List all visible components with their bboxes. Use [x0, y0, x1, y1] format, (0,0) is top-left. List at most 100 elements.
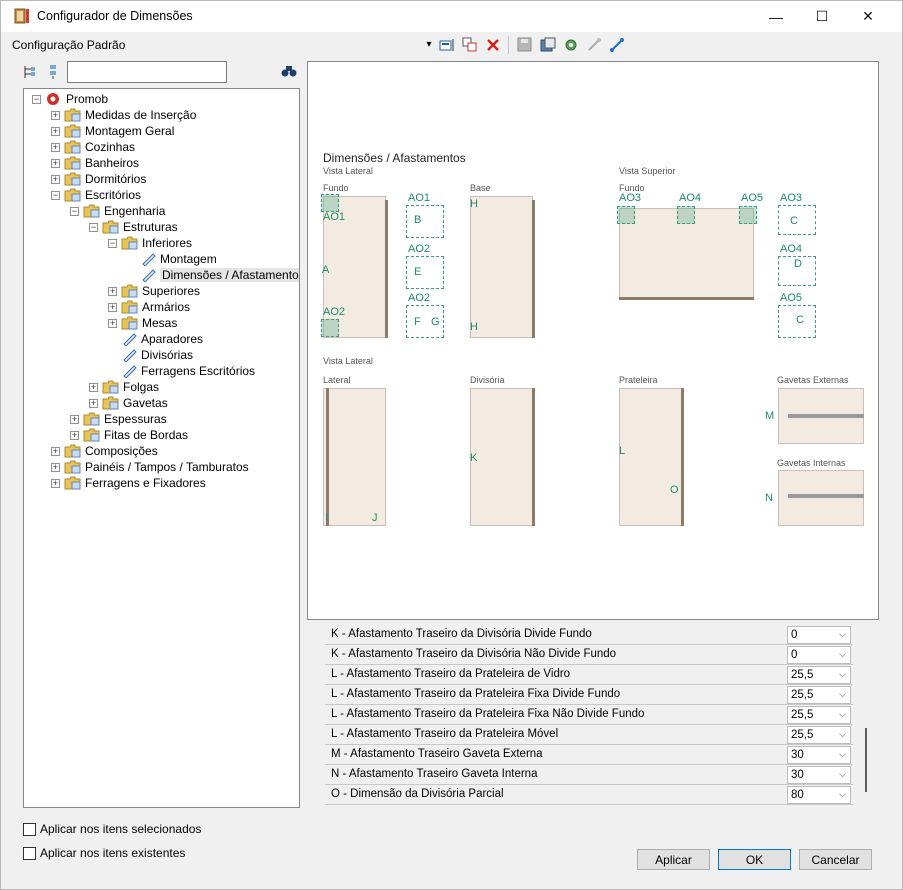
tree-item[interactable]: + Montagem Geral	[51, 123, 174, 139]
prateleira-panel-edge	[681, 388, 684, 526]
tree-item[interactable]: − Escritórios	[51, 187, 141, 203]
chevron-down-icon[interactable]: ⌵	[839, 789, 846, 800]
tree-item[interactable]: + Painéis / Tampos / Tamburatos	[51, 459, 249, 475]
tree-item[interactable]: + Superiores	[108, 283, 200, 299]
tree-item-label: Composições	[85, 444, 158, 458]
property-value-dropdown[interactable]: 80 ⌵	[787, 786, 851, 804]
mark-ao2-a: AO2	[408, 243, 431, 255]
apply-existing-checkbox[interactable]	[23, 846, 36, 860]
tree-item[interactable]: − Engenharia	[70, 203, 165, 219]
tree-expand-icon[interactable]	[47, 64, 59, 83]
tree-item[interactable]: + Cozinhas	[51, 139, 135, 155]
property-value-dropdown[interactable]: 25,5 ⌵	[787, 706, 851, 724]
expand-icon[interactable]: +	[108, 302, 117, 312]
tree-search-input[interactable]	[67, 61, 227, 83]
settings-icon[interactable]	[561, 35, 580, 54]
mark-o: O	[670, 484, 679, 496]
folder-icon	[64, 444, 81, 458]
tree-item[interactable]: + Medidas de Inserção	[51, 107, 196, 123]
tree-item[interactable]: Dimensões / Afastamentos	[141, 267, 299, 283]
expand-icon[interactable]: +	[51, 446, 60, 456]
expand-icon[interactable]: +	[70, 414, 79, 424]
expand-icon[interactable]: +	[51, 110, 60, 120]
delete-icon[interactable]	[483, 35, 502, 54]
expand-icon[interactable]: +	[108, 318, 117, 328]
collapse-icon[interactable]: −	[70, 206, 79, 216]
copy-icon[interactable]	[460, 35, 479, 54]
tree-item[interactable]: − Inferiores	[108, 235, 192, 251]
property-value-dropdown[interactable]: 0 ⌵	[787, 626, 851, 644]
expand-icon[interactable]: +	[89, 398, 98, 408]
expand-icon[interactable]: +	[51, 142, 60, 152]
expand-icon[interactable]: +	[51, 462, 60, 472]
expand-icon[interactable]: +	[51, 174, 60, 184]
dropdown-arrow-icon[interactable]: ▾	[425, 35, 433, 54]
tree-item[interactable]: Divisórias	[122, 347, 193, 363]
chevron-down-icon[interactable]: ⌵	[839, 649, 846, 660]
property-value-dropdown[interactable]: 30 ⌵	[787, 766, 851, 784]
highlight-ao2-side	[321, 319, 339, 337]
property-value-dropdown[interactable]: 30 ⌵	[787, 746, 851, 764]
chevron-down-icon[interactable]: ⌵	[839, 669, 846, 680]
expand-icon[interactable]: +	[51, 158, 60, 168]
property-grid-scrollbar[interactable]	[865, 728, 867, 792]
tree-item[interactable]: + Banheiros	[51, 155, 139, 171]
ok-button[interactable]: OK	[718, 849, 791, 870]
apply-selected-option[interactable]: Aplicar nos itens selecionados	[23, 822, 201, 836]
property-value-dropdown[interactable]: 0 ⌵	[787, 646, 851, 664]
chevron-down-icon[interactable]: ⌵	[839, 749, 846, 760]
property-label: N - Afastamento Traseiro Gaveta Interna	[331, 768, 538, 780]
property-row: O - Dimensão da Divisória Parcial 80 ⌵	[325, 785, 853, 805]
property-value-dropdown[interactable]: 25,5 ⌵	[787, 666, 851, 684]
folder-icon	[64, 156, 81, 170]
tree-item[interactable]: + Espessuras	[70, 411, 167, 427]
expand-icon[interactable]: +	[51, 126, 60, 136]
save-icon[interactable]	[515, 35, 534, 54]
tree-item[interactable]: Montagem	[141, 251, 217, 267]
tree-item[interactable]: − Estruturas	[89, 219, 178, 235]
mark-ao4-right: AO4	[780, 243, 803, 255]
tree-item[interactable]: + Composições	[51, 443, 158, 459]
expand-icon[interactable]: +	[51, 478, 60, 488]
mark-e: E	[414, 266, 422, 278]
expand-icon[interactable]	[607, 35, 626, 54]
close-button[interactable]: ✕	[845, 1, 891, 32]
minimize-button[interactable]: —	[753, 1, 799, 32]
expand-icon[interactable]: +	[89, 382, 98, 392]
tree-item[interactable]: + Ferragens e Fixadores	[51, 475, 206, 491]
tree-collapse-icon[interactable]	[23, 64, 37, 83]
tree-item[interactable]: + Folgas	[89, 379, 159, 395]
collapse-icon[interactable]: −	[32, 94, 41, 104]
tree-item-label: Gavetas	[123, 396, 168, 410]
collapse-icon[interactable]: −	[108, 238, 117, 248]
chevron-down-icon[interactable]: ⌵	[839, 709, 846, 720]
tree-item[interactable]: Ferragens Escritórios	[122, 363, 255, 379]
apply-selected-checkbox[interactable]	[23, 822, 36, 836]
link-icon[interactable]	[584, 35, 603, 54]
tree-item[interactable]: + Gavetas	[89, 395, 168, 411]
tree-item[interactable]: + Dormitórios	[51, 171, 146, 187]
tree-item[interactable]: Aparadores	[122, 331, 203, 347]
maximize-button[interactable]: ☐	[799, 1, 845, 32]
apply-existing-option[interactable]: Aplicar nos itens existentes	[23, 846, 185, 860]
tree-item[interactable]: − Promob	[32, 91, 108, 107]
chevron-down-icon[interactable]: ⌵	[839, 689, 846, 700]
expand-icon[interactable]: +	[108, 286, 117, 296]
collapse-icon[interactable]: −	[89, 222, 98, 232]
chevron-down-icon[interactable]: ⌵	[839, 629, 846, 640]
apply-button[interactable]: Aplicar	[637, 849, 710, 870]
property-value-dropdown[interactable]: 25,5 ⌵	[787, 726, 851, 744]
tree-item[interactable]: + Armários	[108, 299, 190, 315]
save-as-icon[interactable]	[538, 35, 557, 54]
expand-icon[interactable]: +	[70, 430, 79, 440]
tree-item[interactable]: + Mesas	[108, 315, 177, 331]
chevron-down-icon[interactable]: ⌵	[839, 769, 846, 780]
cancel-button[interactable]: Cancelar	[799, 849, 872, 870]
find-icon[interactable]	[281, 64, 297, 81]
chevron-down-icon[interactable]: ⌵	[839, 729, 846, 740]
tree-item[interactable]: + Fitas de Bordas	[70, 427, 188, 443]
new-icon[interactable]	[437, 35, 456, 54]
collapse-icon[interactable]: −	[51, 190, 60, 200]
folder-icon	[64, 188, 81, 202]
property-value-dropdown[interactable]: 25,5 ⌵	[787, 686, 851, 704]
